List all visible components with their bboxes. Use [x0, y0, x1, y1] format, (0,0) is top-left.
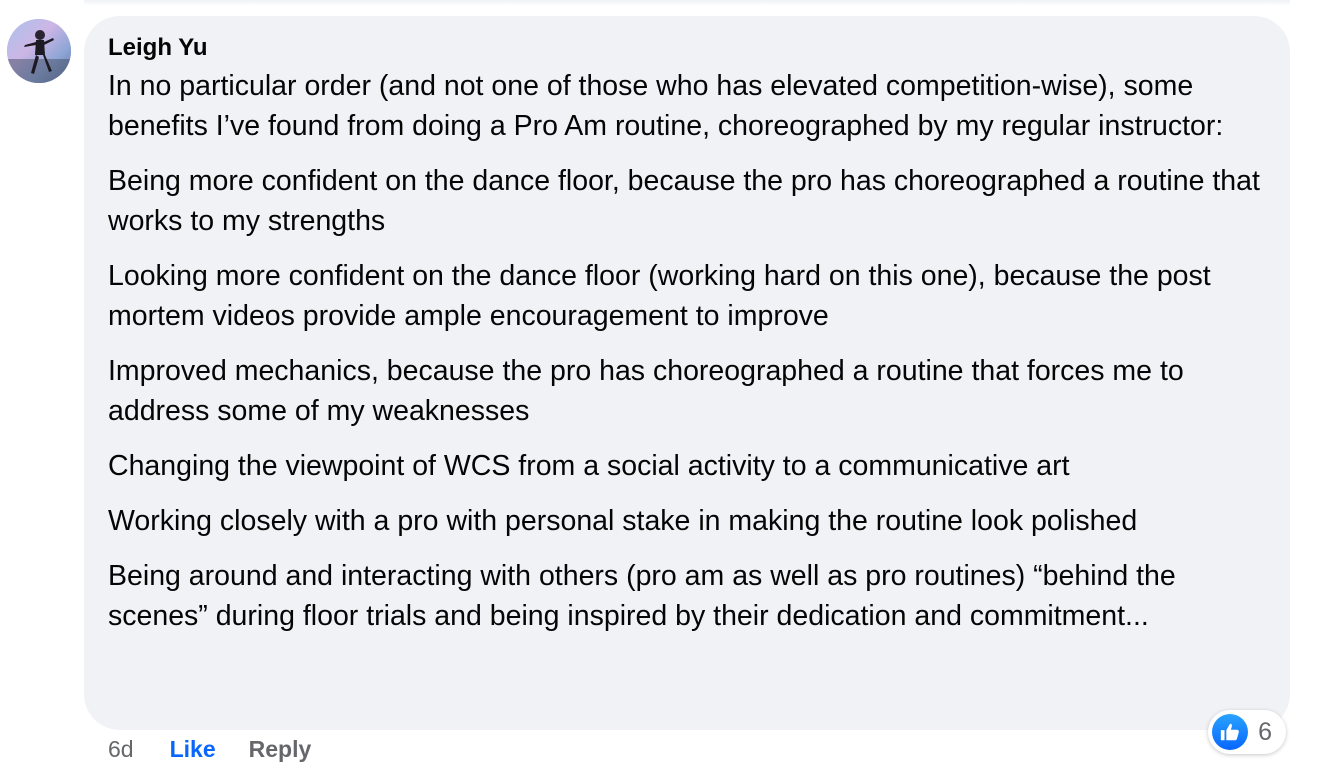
avatar[interactable]: [7, 19, 71, 83]
avatar-photo: [7, 19, 71, 83]
comment-paragraph: Looking more confident on the dance floo…: [108, 260, 1211, 332]
comment-paragraph: In no particular order (and not one of t…: [108, 70, 1224, 142]
comment-paragraph: Working closely with a pro with personal…: [108, 505, 1138, 537]
comment-timestamp[interactable]: 6d: [108, 734, 134, 764]
like-button[interactable]: Like: [170, 734, 216, 764]
comment-view: Leigh Yu In no particular order (and not…: [0, 0, 1326, 766]
comment-author[interactable]: Leigh Yu: [108, 34, 1266, 62]
like-icon: [1212, 714, 1249, 750]
comment-paragraph: Being more confident on the dance floor,…: [108, 165, 1260, 237]
reaction-count: 6: [1258, 717, 1272, 746]
reply-button[interactable]: Reply: [249, 734, 312, 764]
reaction-summary[interactable]: 6: [1208, 710, 1286, 754]
comment-bubble: Leigh Yu In no particular order (and not…: [84, 16, 1290, 730]
comment-paragraph: Improved mechanics, because the pro has …: [108, 355, 1184, 427]
comment-paragraph: Changing the viewpoint of WCS from a soc…: [108, 450, 1070, 482]
previous-comment-edge: [84, 0, 1290, 6]
comment-paragraph: Being around and interacting with others…: [108, 560, 1176, 632]
comment-actions: 6d Like Reply: [108, 734, 311, 764]
